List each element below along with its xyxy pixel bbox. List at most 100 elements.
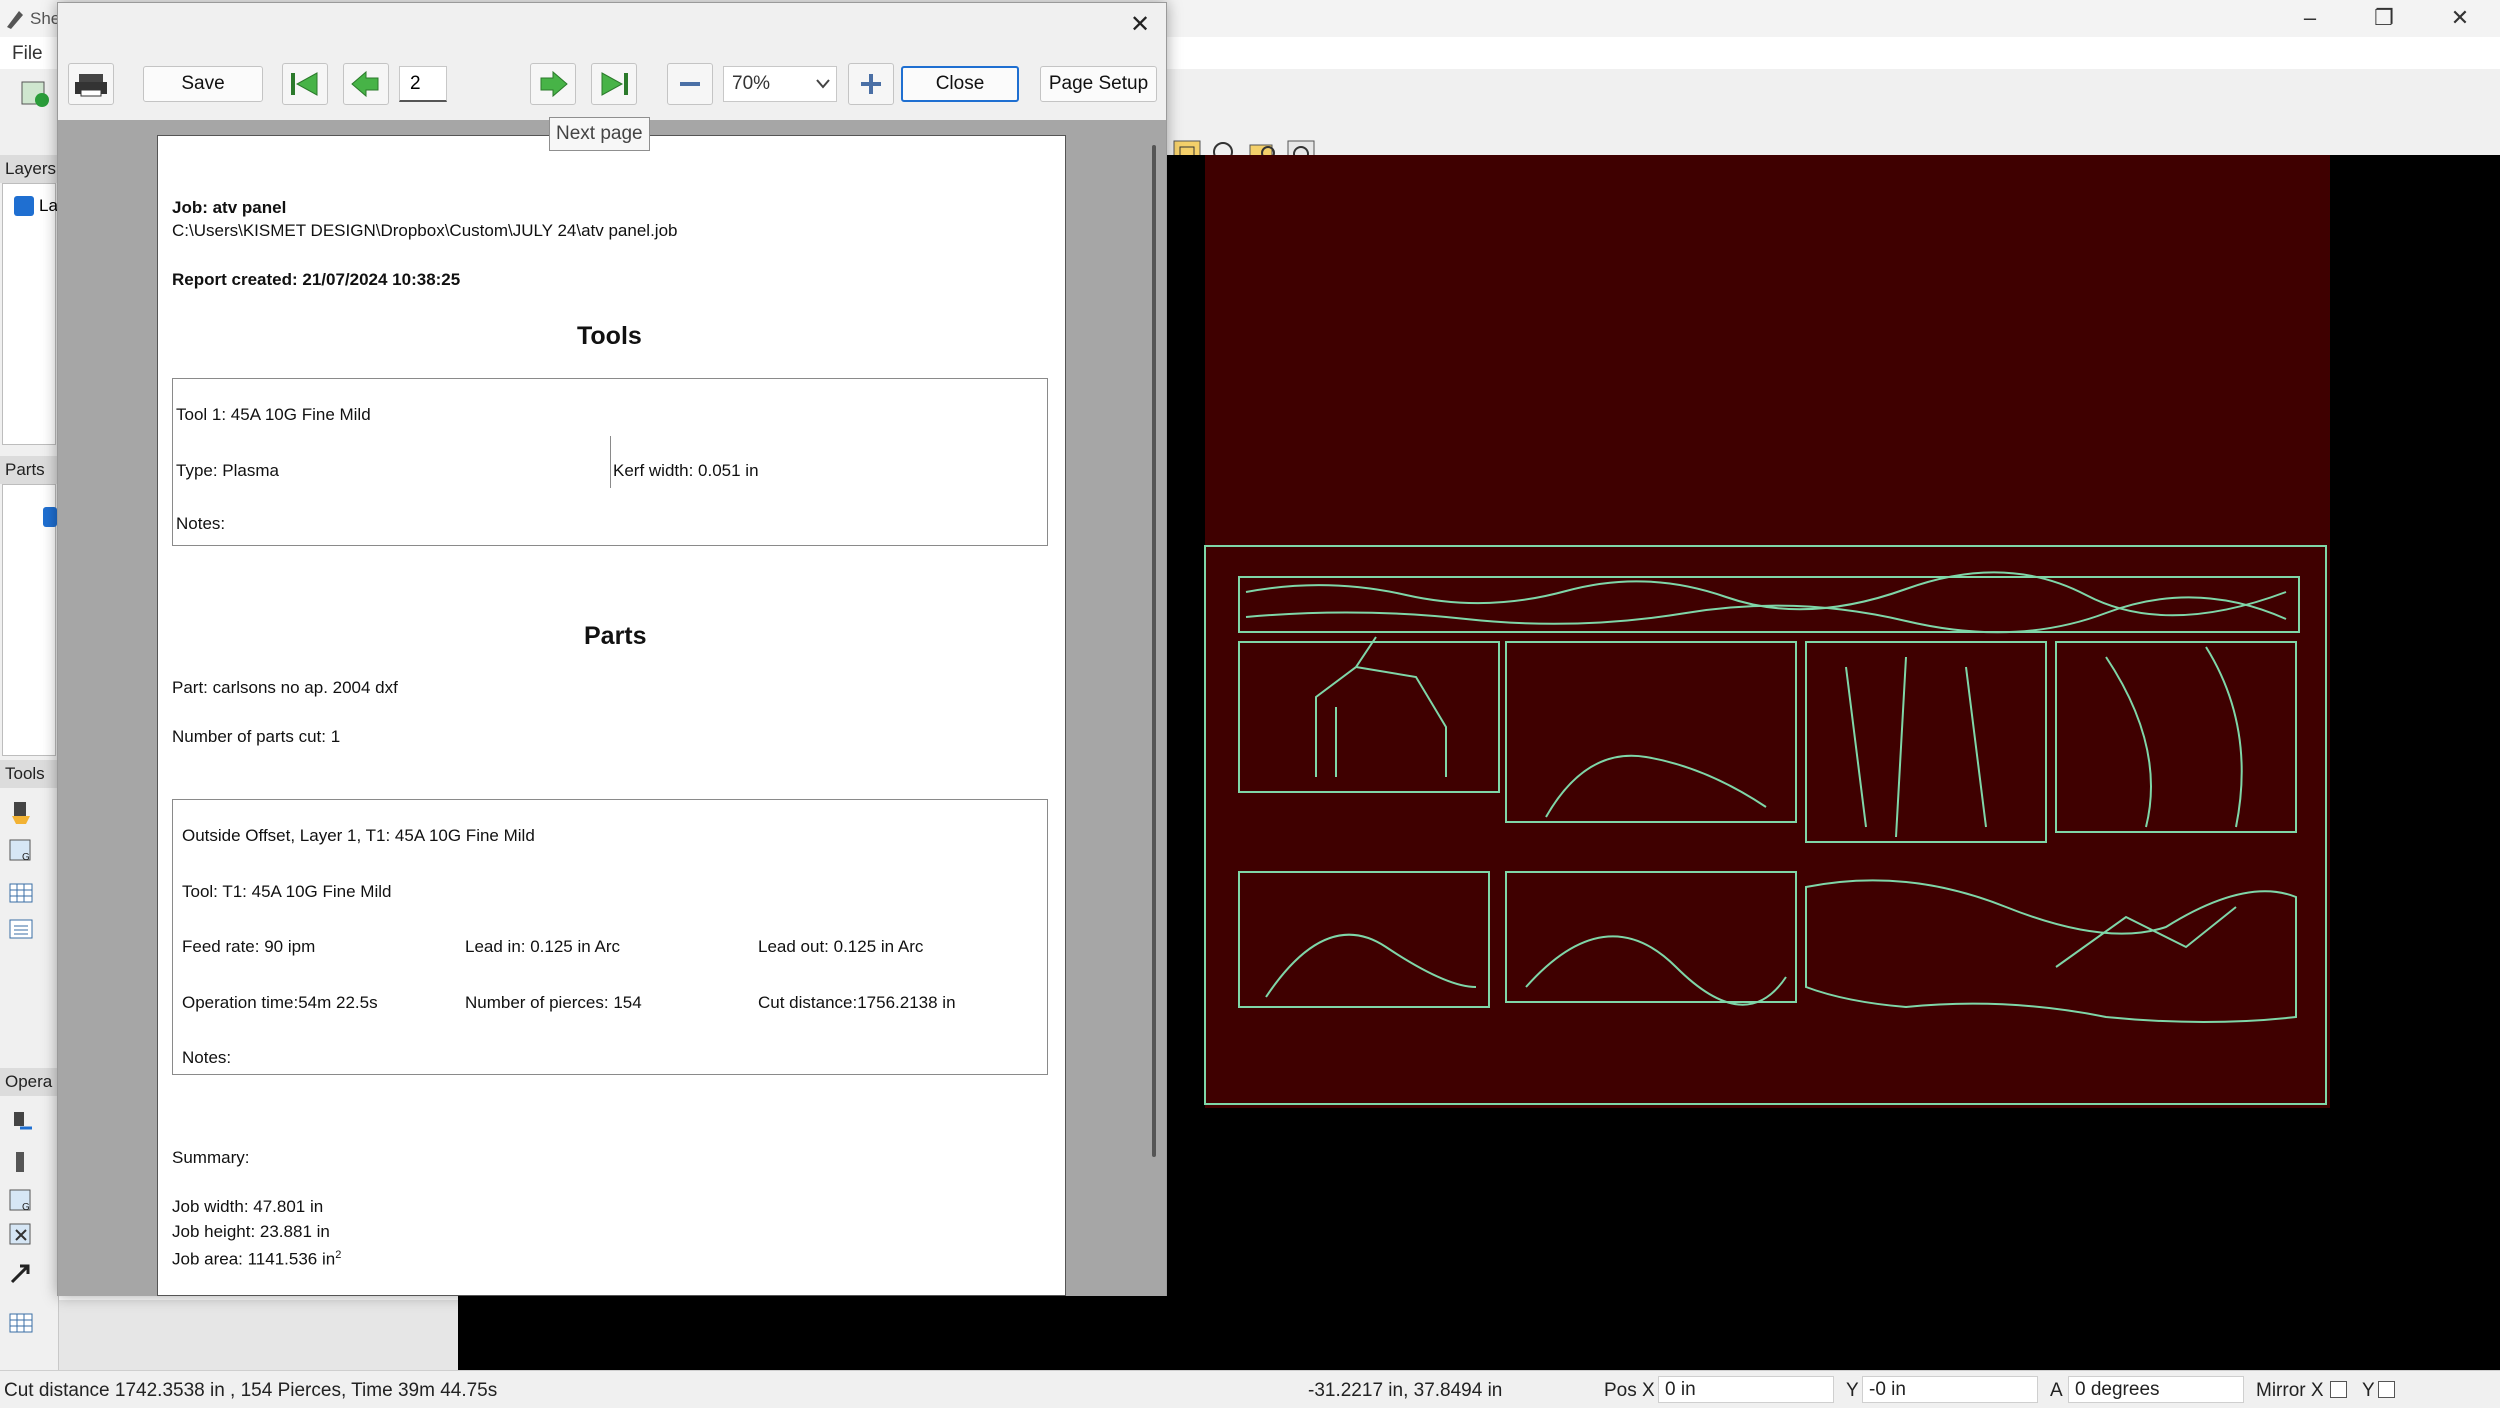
kerf-width: Kerf width: 0.051 in xyxy=(613,461,759,480)
mirror-y-label: Y xyxy=(2362,1380,2375,1401)
next-page-tooltip: Next page xyxy=(549,117,650,151)
lead-in: Lead in: 0.125 in Arc xyxy=(465,937,621,956)
plasma-tool-icon[interactable] xyxy=(8,800,34,826)
parts-header[interactable]: Parts xyxy=(0,456,58,484)
app-title: She xyxy=(30,9,61,28)
operations-header[interactable]: Opera xyxy=(0,1068,58,1096)
trees-panel-path xyxy=(1805,641,2047,843)
tools-heading: Tools xyxy=(577,322,642,350)
lower-left-panel-path xyxy=(1238,871,1490,1008)
layer-checkbox[interactable] xyxy=(14,196,34,216)
mirror-x-checkbox[interactable] xyxy=(2330,1381,2347,1398)
angle-label: A xyxy=(2050,1380,2063,1401)
tool-table-icon[interactable] xyxy=(8,880,34,906)
pos-y-input[interactable]: -0 in xyxy=(1862,1376,2038,1403)
page-number-input[interactable]: 2 xyxy=(399,66,447,102)
top-foliage-path-2 xyxy=(1245,596,2287,634)
app-icon xyxy=(7,11,23,29)
deer-path xyxy=(1315,636,1447,777)
save-button[interactable]: Save xyxy=(143,66,263,102)
tool-gcode-icon[interactable]: G xyxy=(8,838,34,864)
layers-header[interactable]: Layers xyxy=(0,155,58,183)
pos-y-label: Y xyxy=(1846,1380,1859,1401)
job-width: Job width: 47.801 in xyxy=(172,1197,324,1216)
operation-cut-icon[interactable] xyxy=(8,1110,34,1136)
minimize-button[interactable]: – xyxy=(2280,4,2340,32)
operation-tool: Tool: T1: 45A 10G Fine Mild xyxy=(182,882,392,901)
tools-header[interactable]: Tools xyxy=(0,760,58,788)
prev-page-button[interactable] xyxy=(343,63,389,105)
status-bar: Cut distance 1742.3538 in , 154 Pierces,… xyxy=(0,1370,2500,1408)
job-outline[interactable] xyxy=(1204,545,2327,1105)
tool-name: Tool 1: 45A 10G Fine Mild xyxy=(176,405,371,424)
angle-input[interactable]: 0 degrees xyxy=(2068,1376,2244,1403)
job-path: C:\Users\KISMET DESIGN\Dropbox\Custom\JU… xyxy=(172,221,678,240)
prev-page-icon xyxy=(351,70,379,98)
lower-center-panel-path xyxy=(1505,871,1797,1003)
job-area-unit-exponent: 2 xyxy=(335,1249,342,1261)
operation-box: Outside Offset, Layer 1, T1: 45A 10G Fin… xyxy=(172,799,1048,1075)
preview-scrollbar[interactable] xyxy=(1152,145,1156,1157)
summary-label: Summary: xyxy=(172,1148,250,1167)
close-button[interactable]: Close xyxy=(901,66,1019,102)
svg-text:G: G xyxy=(22,852,30,863)
deer-panel-path xyxy=(1238,641,1500,793)
cursor-coordinates: -31.2217 in, 37.8494 in xyxy=(1308,1380,1503,1401)
first-page-button[interactable] xyxy=(282,63,328,105)
menu-file[interactable]: File xyxy=(12,43,43,65)
dialog-close-icon[interactable]: ✕ xyxy=(1122,10,1158,40)
lead-out: Lead out: 0.125 in Arc xyxy=(758,937,924,956)
last-page-icon xyxy=(601,72,628,96)
operation-remove-icon[interactable] xyxy=(8,1222,34,1248)
operation-notes: Notes: xyxy=(182,1048,232,1067)
tool-type: Type: Plasma xyxy=(176,461,279,480)
lower-center-foliage-path xyxy=(1525,935,1787,1006)
new-sheet-icon[interactable] xyxy=(18,78,52,108)
printer-icon xyxy=(75,74,107,97)
report-page: Job: atv panel C:\Users\KISMET DESIGN\Dr… xyxy=(157,135,1066,1296)
canvas-margin xyxy=(58,1300,458,1370)
next-page-icon xyxy=(540,70,568,98)
operation-torch-icon[interactable] xyxy=(8,1150,34,1176)
pos-x-label: Pos X xyxy=(1604,1380,1655,1401)
zoom-in-button[interactable] xyxy=(848,63,894,105)
pierce-count: Number of pierces: 154 xyxy=(465,993,642,1012)
operation-name: Outside Offset, Layer 1, T1: 45A 10G Fin… xyxy=(182,826,535,845)
operation-table-icon[interactable] xyxy=(8,1310,34,1336)
print-button[interactable] xyxy=(68,63,114,105)
part-name: Part: carlsons no ap. 2004 dxf xyxy=(172,678,398,697)
zoom-select[interactable]: 70% xyxy=(723,66,837,102)
lower-left-foliage-path xyxy=(1265,933,1477,998)
tool-list-icon[interactable] xyxy=(8,916,34,942)
zoom-out-button[interactable] xyxy=(667,63,713,105)
chevron-down-icon xyxy=(816,79,830,89)
window-close-button[interactable]: ✕ xyxy=(2430,4,2490,32)
feed-rate: Feed rate: 90 ipm xyxy=(182,937,316,956)
page-setup-button[interactable]: Page Setup xyxy=(1040,66,1157,102)
pos-x-input[interactable]: 0 in xyxy=(1658,1376,1834,1403)
operation-gcode-icon[interactable]: G xyxy=(8,1188,34,1214)
tool-box: Tool 1: 45A 10G Fine Mild Type: Plasma K… xyxy=(172,378,1048,546)
part-checkbox[interactable] xyxy=(43,507,57,527)
last-page-button[interactable] xyxy=(591,63,637,105)
job-area: Job area: 1141.536 in2 xyxy=(172,1249,341,1270)
operation-export-icon[interactable] xyxy=(8,1260,34,1286)
tool-divider xyxy=(610,436,611,488)
tool-notes: Notes: xyxy=(176,514,226,533)
mirror-y-checkbox[interactable] xyxy=(2378,1381,2395,1398)
operation-time: Operation time:54m 22.5s xyxy=(182,993,378,1012)
top-band-path xyxy=(1238,576,2300,633)
plus-icon xyxy=(861,74,881,94)
parts-heading: Parts xyxy=(584,622,647,650)
lower-right-animal-path xyxy=(2055,906,2237,968)
next-page-button[interactable] xyxy=(530,63,576,105)
report-created: Report created: 21/07/2024 10:38:25 xyxy=(172,270,461,289)
parts-list[interactable] xyxy=(2,484,57,756)
top-foliage-path xyxy=(1245,571,2287,617)
layers-list[interactable]: La xyxy=(2,183,58,445)
job-area-value: Job area: 1141.536 in xyxy=(172,1249,336,1269)
job-height: Job height: 23.881 in xyxy=(172,1222,330,1241)
maximize-button[interactable]: ❐ xyxy=(2354,4,2414,32)
mirror-x-label: Mirror X xyxy=(2256,1380,2324,1401)
layer-label[interactable]: La xyxy=(39,196,58,216)
